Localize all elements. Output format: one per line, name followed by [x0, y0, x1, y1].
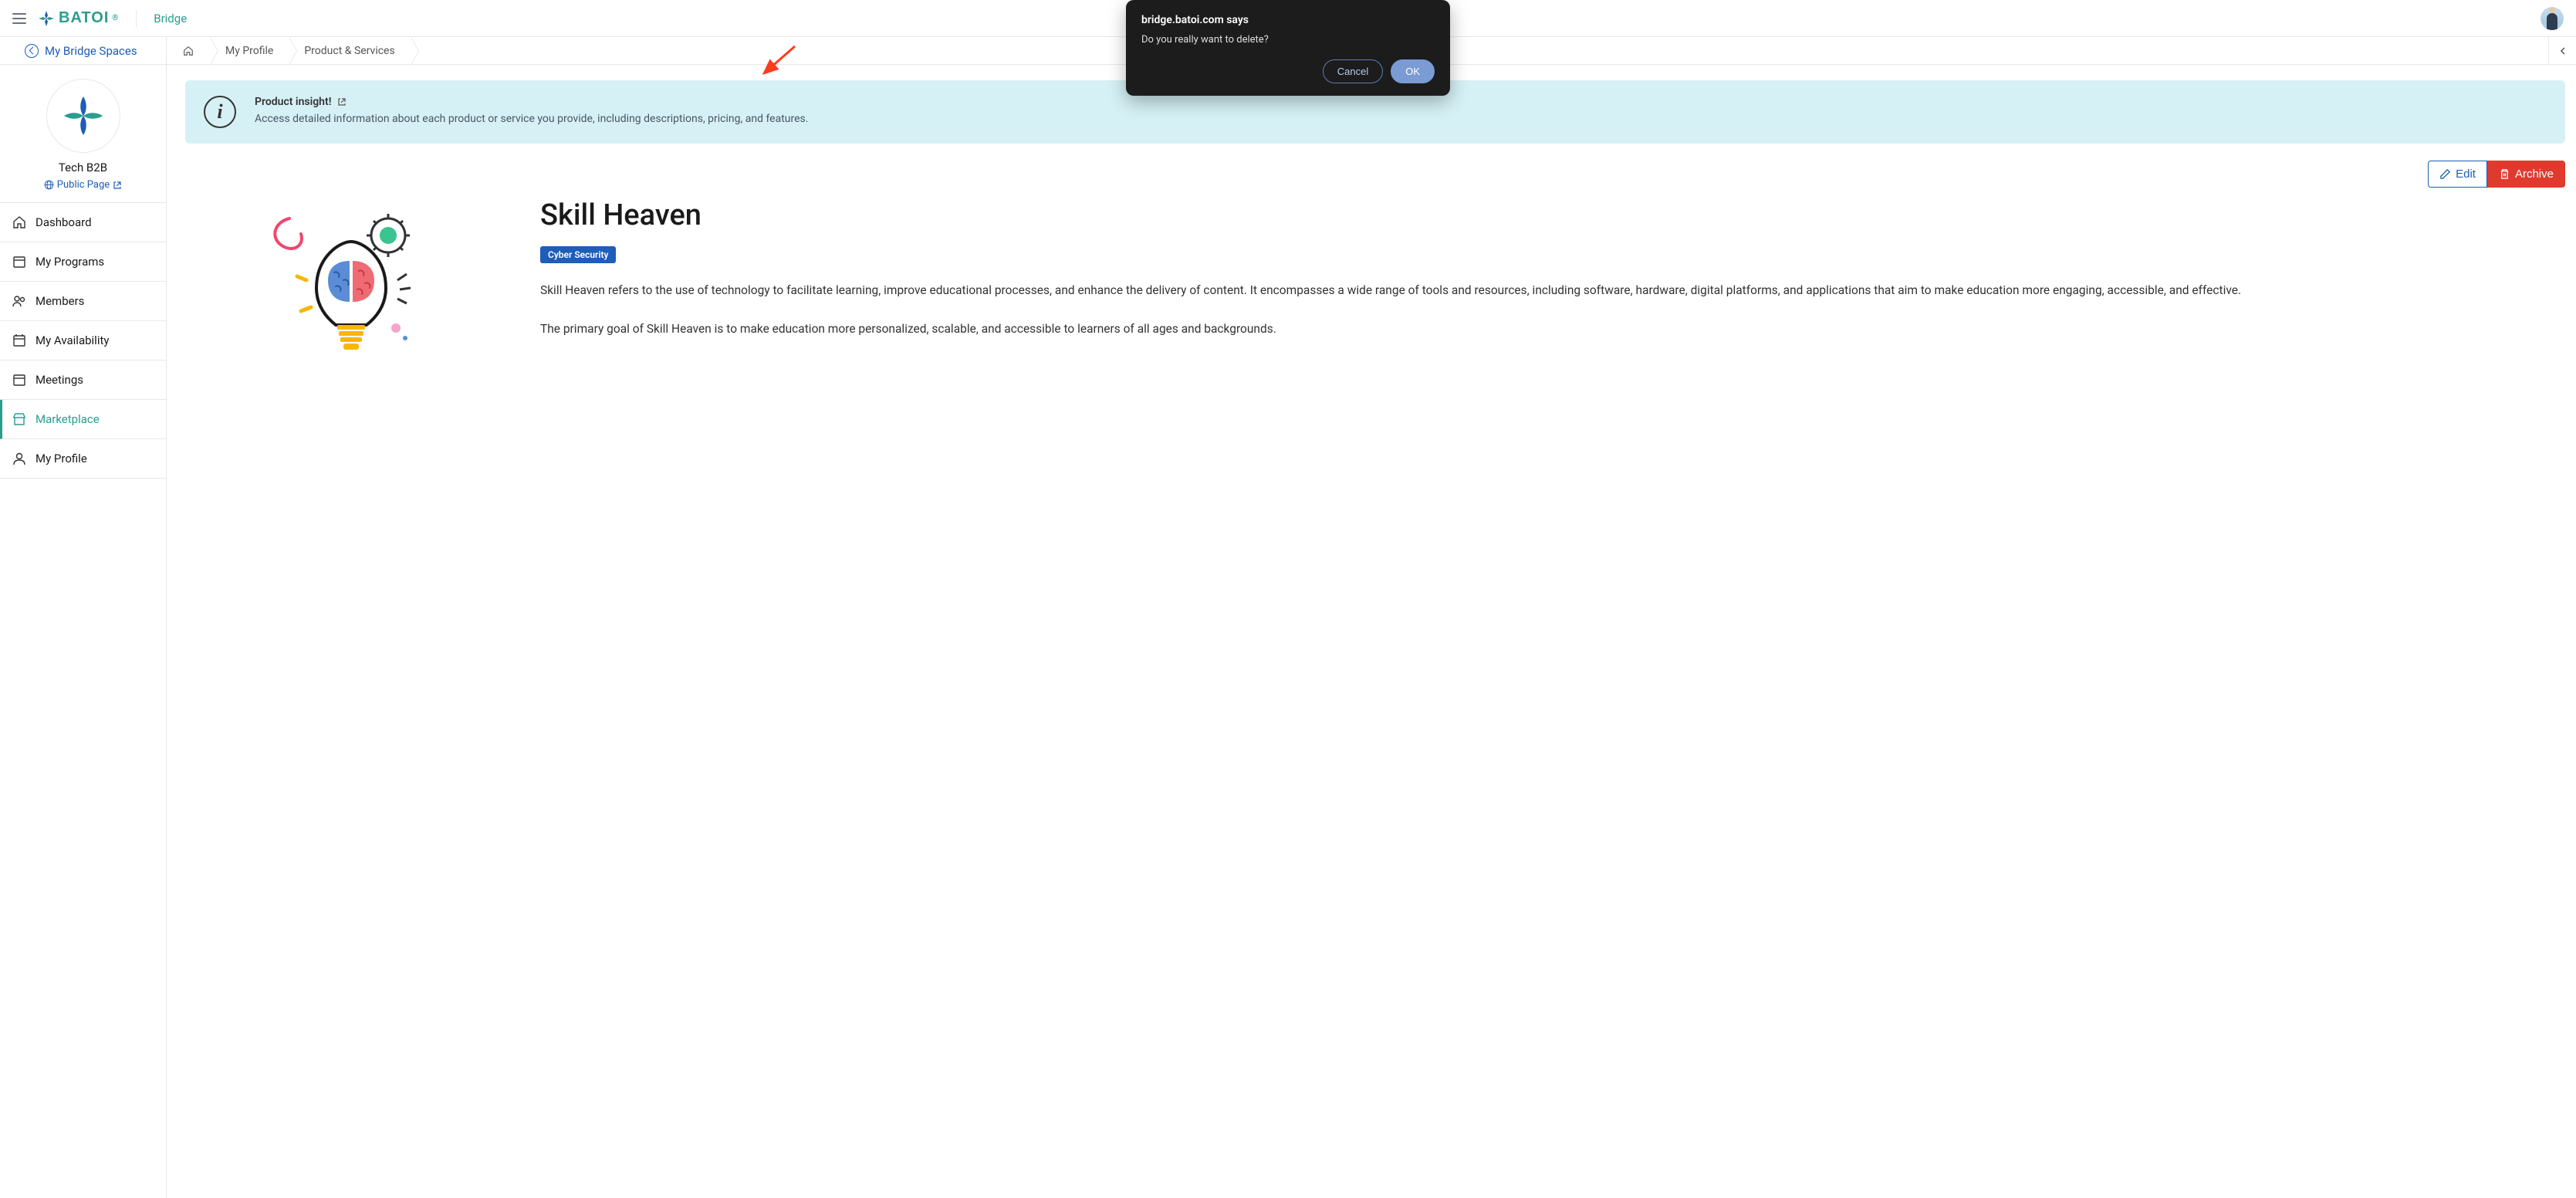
brand-logo-mark	[37, 9, 56, 28]
product-paragraph: Skill Heaven refers to the use of techno…	[540, 279, 2565, 302]
calendar-icon	[12, 255, 26, 269]
insight-title: Product insight!	[255, 96, 808, 108]
divider	[136, 10, 137, 27]
chevron-left-icon	[2559, 46, 2567, 56]
sidebar-item-meetings[interactable]: Meetings	[0, 360, 166, 400]
sidebar-item-label: Members	[35, 294, 84, 308]
product-title: Skill Heaven	[540, 198, 2565, 232]
insight-title-text: Product insight!	[255, 96, 331, 108]
confirm-dialog: bridge.batoi.com says Do you really want…	[1126, 0, 1450, 96]
trash-icon	[2499, 168, 2510, 180]
breadcrumb-home[interactable]	[167, 37, 210, 64]
sidebar-item-profile[interactable]: My Profile	[0, 439, 166, 479]
edit-button-label: Edit	[2456, 168, 2476, 181]
breadcrumb-label: Product & Services	[304, 45, 394, 57]
sidebar-item-members[interactable]: Members	[0, 282, 166, 321]
breadcrumb-item-products[interactable]: Product & Services	[289, 37, 410, 64]
product-detail: Skill Heaven Cyber Security Skill Heaven…	[540, 194, 2565, 340]
sidebar-nav: Dashboard My Programs Members My Availab…	[0, 203, 166, 479]
ok-button[interactable]: OK	[1391, 59, 1435, 83]
sidebar-item-label: Meetings	[35, 373, 83, 387]
breadcrumb-collapse[interactable]	[2548, 37, 2576, 64]
cancel-button[interactable]: Cancel	[1323, 59, 1383, 83]
org-logo	[46, 79, 120, 153]
user-icon	[12, 452, 26, 465]
breadcrumb-back[interactable]: My Bridge Spaces	[0, 37, 167, 64]
breadcrumb-back-label: My Bridge Spaces	[45, 44, 137, 58]
product-tag: Cyber Security	[540, 246, 616, 263]
sidebar-item-label: Marketplace	[35, 412, 100, 426]
calendar-icon	[12, 373, 26, 387]
edit-icon	[2439, 168, 2451, 180]
sidebar-profile: Tech B2B Public Page	[0, 65, 166, 203]
brand-logo[interactable]: BATOI®	[37, 9, 119, 28]
sidebar-item-availability[interactable]: My Availability	[0, 321, 166, 360]
public-page-link[interactable]: Public Page	[44, 179, 122, 191]
org-name: Tech B2B	[0, 161, 166, 174]
home-icon	[12, 215, 26, 229]
product-detail-row: Skill Heaven Cyber Security Skill Heaven…	[185, 194, 2565, 373]
action-bar: Edit Archive	[185, 161, 2565, 188]
sidebar-item-label: My Programs	[35, 255, 104, 269]
home-icon	[182, 46, 194, 56]
back-arrow-icon	[25, 44, 39, 58]
product-paragraph: The primary goal of Skill Heaven is to m…	[540, 317, 2565, 340]
users-icon	[12, 294, 26, 308]
info-icon: i	[204, 96, 236, 128]
brand-logo-text: BATOI	[59, 9, 109, 27]
globe-icon	[44, 180, 54, 190]
menu-toggle-icon[interactable]	[12, 13, 26, 24]
sidebar-item-dashboard[interactable]: Dashboard	[0, 203, 166, 242]
product-illustration	[185, 194, 509, 373]
sidebar-item-programs[interactable]: My Programs	[0, 242, 166, 282]
sidebar: Tech B2B Public Page Dashboard My	[0, 65, 167, 1198]
insight-body: Product insight! Access detailed informa…	[255, 96, 808, 125]
breadcrumb-label: My Profile	[225, 45, 273, 57]
archive-button[interactable]: Archive	[2487, 161, 2565, 188]
top-bar-left: BATOI® Bridge	[12, 9, 187, 28]
dialog-actions: Cancel OK	[1141, 59, 1435, 83]
user-avatar[interactable]	[2541, 7, 2564, 30]
store-icon	[12, 412, 26, 426]
app-name[interactable]: Bridge	[154, 12, 187, 25]
dialog-message: Do you really want to delete?	[1141, 34, 1435, 46]
layout: Tech B2B Public Page Dashboard My	[0, 65, 2576, 1198]
sidebar-item-label: My Profile	[35, 452, 87, 465]
public-page-label: Public Page	[57, 179, 110, 191]
insight-desc: Access detailed information about each p…	[255, 113, 808, 125]
archive-button-label: Archive	[2515, 168, 2554, 181]
sidebar-item-marketplace[interactable]: Marketplace	[0, 400, 166, 439]
sidebar-item-label: Dashboard	[35, 215, 92, 229]
edit-button[interactable]: Edit	[2428, 161, 2487, 188]
breadcrumb-item-profile[interactable]: My Profile	[210, 37, 289, 64]
external-link-icon	[113, 181, 122, 190]
dialog-origin: bridge.batoi.com says	[1141, 14, 1435, 26]
external-link-icon[interactable]	[337, 97, 347, 107]
calendar-icon	[12, 333, 26, 347]
main-content: i Product insight! Access detailed infor…	[167, 65, 2576, 1198]
sidebar-item-label: My Availability	[35, 333, 109, 347]
